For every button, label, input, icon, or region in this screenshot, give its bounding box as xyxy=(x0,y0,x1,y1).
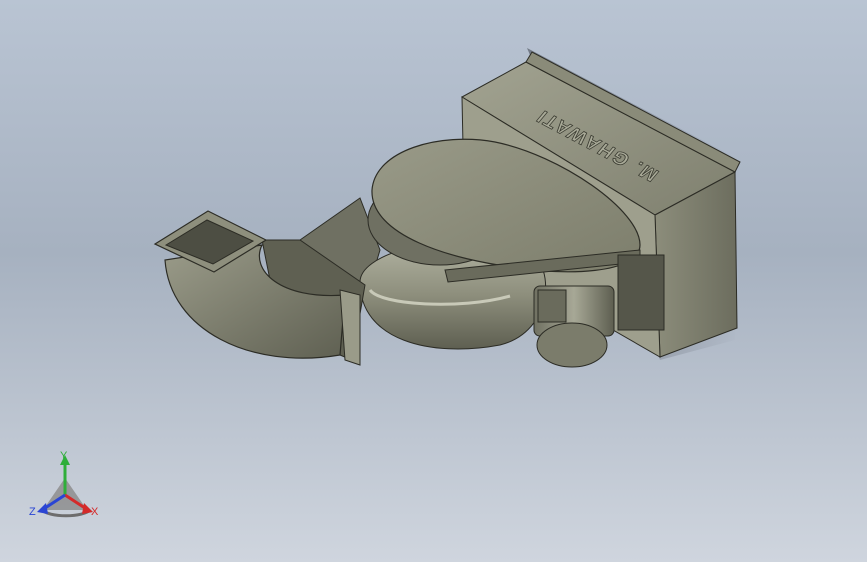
z-axis-label: Z xyxy=(29,506,36,518)
coordinate-triad[interactable]: Y X Z xyxy=(29,450,99,518)
cad-viewport[interactable]: M. GHAWATI Y X Z xyxy=(0,0,867,562)
x-axis-label: X xyxy=(91,506,99,518)
y-axis-label: Y xyxy=(60,450,68,462)
motor-end-cap xyxy=(536,322,608,368)
motor-mount-plate xyxy=(617,254,665,331)
terminal-box xyxy=(537,289,567,323)
model-canvas: M. GHAWATI Y X Z xyxy=(29,48,741,518)
z-axis-arrowhead xyxy=(37,503,48,514)
